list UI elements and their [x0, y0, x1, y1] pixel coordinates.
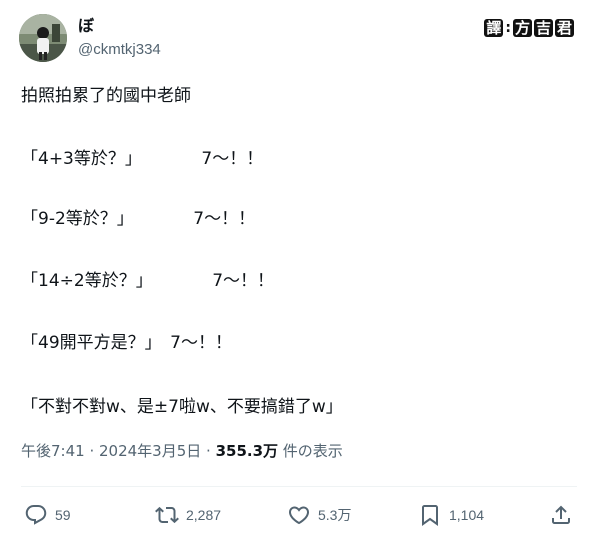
share-button[interactable] [549, 503, 573, 527]
post-date[interactable]: 2024年3月5日 [99, 442, 201, 460]
reply-button[interactable]: 59 [24, 503, 71, 527]
watermark-separator: : [505, 20, 511, 36]
author-display-name[interactable]: ぼ [78, 16, 94, 36]
bookmark-icon [422, 505, 438, 526]
bookmark-count: 1,104 [449, 507, 485, 523]
post-text-line: 「4+3等於？」 7～！！ [21, 149, 264, 169]
post-text-line: 拍照拍累了的國中老師 [21, 86, 191, 106]
reply-icon [25, 505, 47, 525]
like-count: 5.3万 [318, 507, 352, 523]
watermark-name-char: 君 [554, 19, 574, 37]
like-button[interactable]: 5.3万 [287, 503, 351, 527]
post-metadata: 午後7:41 · 2024年3月5日 · 355.3万 件の表示 [21, 441, 343, 461]
bookmark-button[interactable]: 1,104 [418, 503, 484, 527]
views-label: 件の表示 [278, 442, 343, 460]
post-text-line: 「9-2等於？」 7～！！ [21, 209, 256, 229]
translator-watermark: 譯 : 方 吉 君 [484, 19, 574, 37]
repost-count: 2,287 [186, 507, 222, 523]
watermark-name-char: 方 [512, 19, 532, 37]
avatar-image [19, 14, 67, 62]
views-count: 355.3万 [215, 442, 279, 460]
heart-icon [288, 506, 310, 525]
share-icon [552, 505, 570, 524]
post-text-line: 「14÷2等於？」 7～！！ [21, 271, 275, 291]
meta-separator: · [84, 442, 99, 460]
author-handle[interactable]: @ckmtkj334 [78, 40, 161, 60]
reply-count: 59 [55, 507, 71, 523]
repost-button[interactable]: 2,287 [155, 503, 221, 527]
meta-separator: · [201, 442, 216, 460]
post-text-line: 「不對不對w、是±7啦w、不要搞錯了w」 [21, 397, 343, 417]
watermark-label: 譯 [484, 19, 504, 37]
post-time[interactable]: 午後7:41 [21, 442, 85, 460]
divider [21, 486, 577, 487]
watermark-name-char: 吉 [533, 19, 553, 37]
repost-icon [155, 506, 179, 524]
avatar[interactable] [19, 14, 67, 62]
post-text-line: 「49開平方是？」 7～！！ [21, 333, 232, 353]
